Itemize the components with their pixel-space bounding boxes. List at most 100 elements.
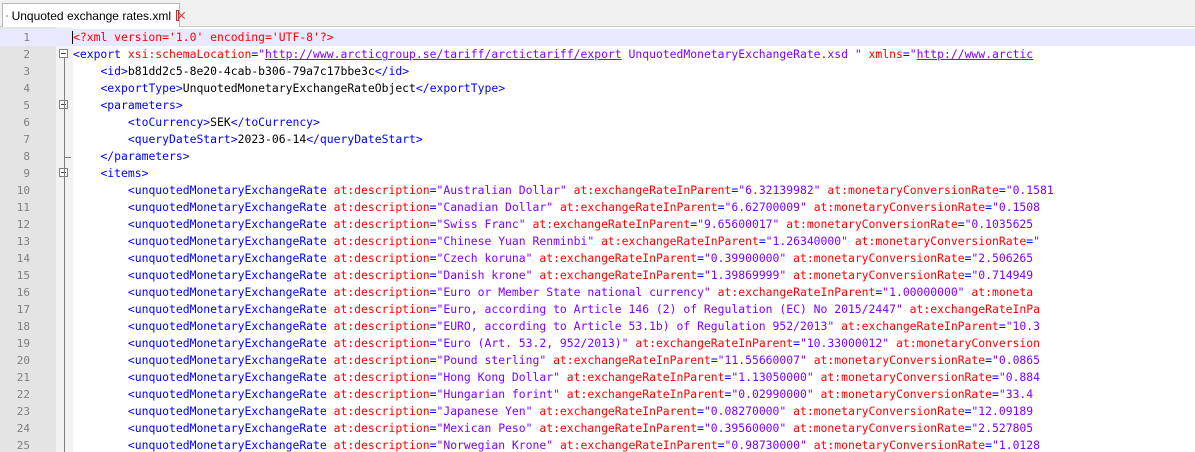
token-tag: </id> <box>374 64 410 78</box>
code-line[interactable]: 20 <unquotedMonetaryExchangeRate at:desc… <box>0 352 1195 369</box>
token-txt: 2023-06-14 <box>237 132 307 146</box>
token-val: "0.39900000" <box>703 251 787 265</box>
token-attr: at:exchangeRateInParent <box>539 421 698 435</box>
code-line[interactable]: 4 <exportType>UnquotedMonetaryExchangeRa… <box>0 80 1195 97</box>
token-val: "0.714949 <box>971 268 1034 282</box>
token-attr: at:exchangeRateInParent <box>717 285 876 299</box>
line-number: 13 <box>16 235 30 248</box>
code-line[interactable]: 23 <unquotedMonetaryExchangeRate at:desc… <box>0 403 1195 420</box>
token-val: "Swiss Franc" <box>436 217 526 231</box>
token-attr: at:description <box>333 404 430 418</box>
code-line[interactable]: 5 <parameters> <box>0 97 1195 114</box>
token-val: "1.00000000" <box>882 285 965 299</box>
token-tag <box>711 285 718 299</box>
code-line[interactable]: 24 <unquotedMonetaryExchangeRate at:desc… <box>0 420 1195 437</box>
token-tag: = <box>793 336 800 350</box>
code-text: <unquotedMonetaryExchangeRate at:descrip… <box>73 318 1040 335</box>
code-line[interactable]: 17 <unquotedMonetaryExchangeRate at:desc… <box>0 301 1195 318</box>
code-editor[interactable]: 1 <?xml version='1.0' encoding='UTF-8'?> 2… <box>0 27 1195 452</box>
token-val: "2.527805 <box>971 421 1034 435</box>
code-line[interactable]: 7 <queryDateStart>2023-06-14</queryDateS… <box>0 131 1195 148</box>
token-attr: at:monetaryConversionRate <box>786 217 958 231</box>
code-text: <exportType>UnquotedMonetaryExchangeRate… <box>73 80 505 97</box>
token-tag: <unquotedMonetaryExchangeRate <box>127 217 334 231</box>
code-line[interactable]: 22 <unquotedMonetaryExchangeRate at:desc… <box>0 386 1195 403</box>
token-val: "0.02990000" <box>731 387 814 401</box>
code-line[interactable]: 3 <id>b81dd2c5-8e20-4cab-b306-79a7c17bbe… <box>0 63 1195 80</box>
token-tag <box>560 370 567 384</box>
token-tag: <unquotedMonetaryExchangeRate <box>127 285 334 299</box>
code-line[interactable]: 9 <items> <box>0 165 1195 182</box>
token-val: "Mexican Peso" <box>436 421 533 435</box>
line-number: 16 <box>16 286 30 299</box>
code-line[interactable]: 11 <unquotedMonetaryExchangeRate at:desc… <box>0 199 1195 216</box>
token-tag: <unquotedMonetaryExchangeRate <box>127 353 334 367</box>
file-tab[interactable]: Unquoted exchange rates.xml <box>2 3 180 27</box>
token-tag <box>862 47 869 61</box>
code-line[interactable]: 2 <export xsi:schemaLocation="http://www.… <box>0 46 1195 63</box>
fold-end-icon <box>64 148 71 158</box>
code-text: <unquotedMonetaryExchangeRate at:descrip… <box>73 284 1033 301</box>
code-line[interactable]: 1 <?xml version='1.0' encoding='UTF-8'?> <box>0 29 1195 46</box>
token-tag <box>526 217 533 231</box>
code-line[interactable]: 6 <toCurrency>SEK</toCurrency> <box>0 114 1195 131</box>
token-val: "Chinese Yuan Renminbi" <box>436 234 595 248</box>
token-val: "Hungarian forint" <box>436 387 560 401</box>
code-line[interactable]: 21 <unquotedMonetaryExchangeRate at:desc… <box>0 369 1195 386</box>
fold-toggle-icon[interactable] <box>59 49 68 58</box>
code-line[interactable]: 10 <unquotedMonetaryExchangeRate at:desc… <box>0 182 1195 199</box>
token-attr: at:monetaryConversionRate <box>813 200 986 214</box>
code-text: <unquotedMonetaryExchangeRate at:descrip… <box>73 369 1040 386</box>
code-text: <unquotedMonetaryExchangeRate at:descrip… <box>73 403 1033 420</box>
token-tag: = <box>710 353 718 367</box>
token-attr: at:description <box>333 200 430 214</box>
code-line[interactable]: 18 <unquotedMonetaryExchangeRate at:desc… <box>0 318 1195 335</box>
token-val: "2.506265 <box>971 251 1034 265</box>
code-line[interactable]: 19 <unquotedMonetaryExchangeRate at:desc… <box>0 335 1195 352</box>
code-text: <unquotedMonetaryExchangeRate at:descrip… <box>73 301 1040 318</box>
token-tag: </parameters> <box>100 149 190 163</box>
token-url[interactable]: http://www.arcticgroup.se/tariff/arctict… <box>265 47 622 61</box>
code-line[interactable]: 14 <unquotedMonetaryExchangeRate at:desc… <box>0 250 1195 267</box>
token-attr: at:description <box>333 302 430 316</box>
token-url[interactable]: http://www.arctic <box>917 47 1034 61</box>
line-number: 11 <box>16 201 30 214</box>
code-line[interactable]: 8 </parameters> <box>0 148 1195 165</box>
code-text: <unquotedMonetaryExchangeRate at:descrip… <box>73 420 1033 437</box>
code-text: <unquotedMonetaryExchangeRate at:descrip… <box>73 216 1033 233</box>
token-tag: = <box>697 421 704 435</box>
token-attr: at:exchangeRateInParent <box>539 404 698 418</box>
token-attr: at:exchangeRateInParent <box>566 370 725 384</box>
token-val: "10.3 <box>1005 319 1040 333</box>
close-tab-icon[interactable] <box>176 10 179 21</box>
token-attr: at:exchangeRateInParent <box>601 234 759 248</box>
token-txt: UnquotedMonetaryExchangeRateObject <box>182 81 416 95</box>
token-val: "11.55660007" <box>717 353 807 367</box>
token-val: "0.884 <box>998 370 1041 384</box>
code-line[interactable]: 15 <unquotedMonetaryExchangeRate at:desc… <box>0 267 1195 284</box>
save-disk-icon <box>6 14 8 17</box>
code-line[interactable]: 12 <unquotedMonetaryExchangeRate at:desc… <box>0 216 1195 233</box>
token-tag: <id> <box>100 64 128 78</box>
token-tag: <queryDateStart> <box>127 132 238 146</box>
token-txt: SEK <box>210 115 231 129</box>
token-tag: <unquotedMonetaryExchangeRate <box>127 302 334 316</box>
code-line[interactable]: 16 <unquotedMonetaryExchangeRate at:desc… <box>0 284 1195 301</box>
code-line[interactable]: 25 <unquotedMonetaryExchangeRate at:desc… <box>0 437 1195 452</box>
line-number: 25 <box>16 439 30 452</box>
token-val: "6.62700009" <box>724 200 807 214</box>
token-attr: at:exchangeRateInParent <box>573 183 732 197</box>
token-tag <box>567 183 574 197</box>
token-tag: = <box>717 438 725 452</box>
token-tag: = <box>957 217 965 231</box>
token-tag <box>814 370 821 384</box>
fold-guide-line <box>64 177 65 452</box>
code-line[interactable]: 13 <unquotedMonetaryExchangeRate at:desc… <box>0 233 1195 250</box>
token-val: "Pound sterling" <box>436 353 547 367</box>
token-tag: <items> <box>100 166 149 180</box>
token-attr: at:monetaryConversionRate <box>820 387 992 401</box>
token-tag <box>553 200 560 214</box>
line-number: 5 <box>23 99 30 112</box>
token-val: "Euro or Member State national currency" <box>436 285 711 299</box>
line-number: 2 <box>23 48 30 61</box>
